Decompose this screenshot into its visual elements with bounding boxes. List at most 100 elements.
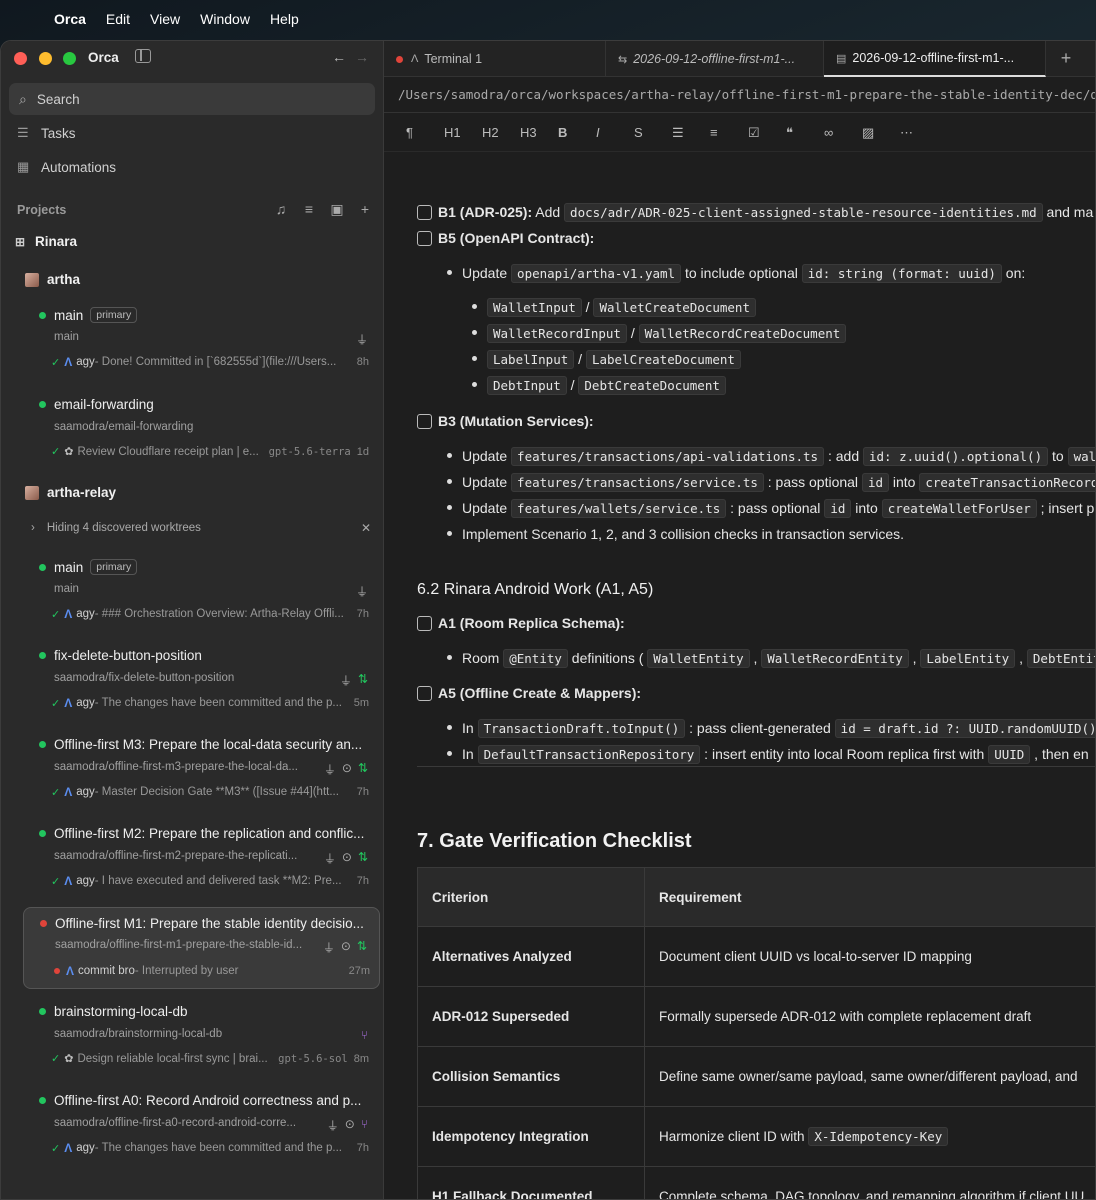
text: definitions (	[567, 650, 648, 666]
inline-code: TransactionDraft.toInput()	[477, 719, 686, 738]
numbered-list-icon[interactable]: ≡	[710, 125, 748, 140]
group-rinara[interactable]: ⊞ Rinara	[15, 234, 77, 249]
task-list-icon[interactable]: ☑	[748, 125, 786, 141]
bold-button[interactable]: B	[558, 125, 596, 140]
italic-button[interactable]: I	[596, 125, 634, 140]
list-item: LabelInput / LabelCreateDocument	[472, 350, 741, 369]
worktree-item[interactable]: main primary main ⏚ ✓ Λagy - ### Orchestrat…	[23, 559, 380, 629]
menu-edit[interactable]: Edit	[106, 11, 130, 27]
pull-request-icon[interactable]: ⇅	[358, 850, 368, 867]
inline-code: id: string (format: uuid)	[801, 264, 1002, 283]
worktree-item[interactable]: Offline-first M2: Prepare the replicatio…	[23, 826, 380, 896]
strike-button[interactable]: S	[634, 125, 672, 140]
bullet-list-icon[interactable]: ☰	[672, 125, 710, 141]
pull-request-icon[interactable]: ⇅	[358, 761, 368, 778]
filter-icon[interactable]: ≡	[301, 201, 317, 218]
pull-request-icon[interactable]: ⇅	[357, 939, 367, 956]
tab-diff[interactable]: ⇆ 2026-09-12-offline-first-m1-...	[606, 41, 824, 77]
circle-dot-icon[interactable]: ⊙	[342, 850, 352, 867]
zoom-window-button[interactable]	[63, 52, 76, 65]
project-avatar	[25, 485, 39, 500]
checkbox[interactable]	[417, 686, 432, 701]
text: , then en	[1030, 746, 1089, 762]
menu-window[interactable]: Window	[200, 11, 250, 27]
search-button[interactable]: ⌕ Search	[9, 83, 375, 115]
worktree-item[interactable]: email-forwarding saamodra/email-forwardi…	[23, 397, 380, 467]
menu-app[interactable]: Orca	[54, 11, 86, 27]
agent-message: - I have executed and delivered task **M…	[94, 875, 342, 887]
text: into	[889, 474, 920, 490]
plug-icon[interactable]: ⏚	[340, 672, 352, 689]
worktree-item-active[interactable]: Offline-first M1: Prepare the stable ide…	[23, 907, 380, 989]
inline-code: docs/adr/ADR-025-client-assigned-stable-…	[564, 203, 1043, 222]
plug-icon[interactable]: ⏚	[323, 939, 335, 956]
list-item: Update openapi/artha-v1.yaml to include …	[447, 264, 1025, 283]
menu-view[interactable]: View	[150, 11, 180, 27]
worktree-item[interactable]: brainstorming-local-db saamodra/brainsto…	[23, 1004, 380, 1074]
worktree-item[interactable]: Offline-first A0: Record Android correct…	[23, 1093, 380, 1163]
bell-icon[interactable]: ♫	[273, 201, 289, 218]
nav-tasks[interactable]: ☰ Tasks	[17, 125, 76, 141]
h3-button[interactable]: H3	[520, 125, 558, 140]
close-window-button[interactable]	[14, 52, 27, 65]
file-path[interactable]: /Users/samodra/orca/workspaces/artha-rel…	[384, 77, 1095, 113]
agent-message: - The changes have been committed and th…	[94, 1142, 342, 1154]
minimize-window-button[interactable]	[39, 52, 52, 65]
project-artha-relay[interactable]: artha-relay	[17, 485, 116, 500]
worktree-item[interactable]: main primary main ⏚ ✓ Λagy - Done! Committe…	[23, 307, 380, 377]
table-cell: Formally supersede ADR-012 with complete…	[644, 986, 1095, 1047]
circle-dot-icon[interactable]: ⊙	[345, 1117, 355, 1134]
text: Update	[462, 448, 512, 464]
task-b1: B1 (ADR-025): Add docs/adr/ADR-025-clien…	[417, 203, 1093, 222]
worktree-item[interactable]: Offline-first M3: Prepare the local-data…	[23, 737, 380, 807]
project-artha[interactable]: artha	[17, 272, 80, 287]
diff-icon: ⇆	[618, 53, 628, 66]
quote-icon[interactable]: ❝	[786, 125, 824, 141]
tab-document[interactable]: ▤ 2026-09-12-offline-first-m1-...	[824, 41, 1046, 77]
close-icon[interactable]: ✕	[361, 521, 371, 535]
sidebar-toggle-icon[interactable]	[135, 49, 151, 63]
add-project-icon[interactable]: +	[357, 201, 373, 218]
pull-request-icon[interactable]: ⇅	[358, 672, 368, 689]
plug-icon[interactable]: ⏚	[324, 850, 336, 867]
image-icon[interactable]: ▨	[862, 125, 900, 141]
table-header-cell: Requirement	[644, 867, 1095, 927]
worktree-item[interactable]: fix-delete-button-position saamodra/fix-…	[23, 648, 380, 718]
back-arrow-icon[interactable]: ←	[332, 49, 346, 65]
circle-dot-icon[interactable]: ⊙	[341, 939, 351, 956]
h2-button[interactable]: H2	[482, 125, 520, 140]
plug-icon[interactable]: ⏚	[327, 1117, 339, 1134]
agent-message: - ### Orchestration Overview: Artha-Rela…	[94, 608, 344, 620]
merge-icon[interactable]: ⑂	[361, 1028, 368, 1042]
nav-automations[interactable]: ▦ Automations	[17, 159, 116, 175]
more-icon[interactable]: ⋯	[900, 125, 938, 141]
checkbox[interactable]	[417, 231, 432, 246]
checkbox[interactable]	[417, 616, 432, 631]
h1-button[interactable]: H1	[444, 125, 482, 140]
link-icon[interactable]: ∞	[824, 125, 862, 140]
add-tab-button[interactable]: +	[1046, 41, 1086, 76]
merge-icon[interactable]: ⑂	[361, 1117, 368, 1134]
forward-arrow-icon[interactable]: →	[355, 49, 369, 65]
plug-icon[interactable]: ⏚	[356, 583, 368, 600]
checkbox[interactable]	[417, 414, 432, 429]
circle-dot-icon[interactable]: ⊙	[342, 761, 352, 778]
plug-icon[interactable]: ⏚	[324, 761, 336, 778]
status-dot	[39, 830, 46, 837]
folder-icon[interactable]: ▣	[329, 201, 345, 218]
hidden-worktrees-row[interactable]: › Hiding 4 discovered worktrees ✕	[31, 521, 371, 535]
paragraph-icon[interactable]: ¶	[406, 125, 444, 140]
plug-icon[interactable]: ⏚	[356, 331, 368, 348]
agent-name: commit bro	[78, 965, 135, 977]
tab-label: Terminal 1	[424, 52, 483, 66]
tab-terminal[interactable]: Λ Terminal 1	[384, 41, 606, 77]
agent-message: - Interrupted by user	[134, 965, 239, 977]
text: into	[851, 500, 882, 516]
chevron-right-icon[interactable]: ›	[31, 522, 35, 534]
menu-help[interactable]: Help	[270, 11, 299, 27]
inline-code: wall	[1067, 447, 1095, 466]
agent-name: agy	[76, 356, 95, 368]
inline-code: DebtInput	[487, 376, 567, 395]
worktree-branch: saamodra/offline-first-m2-prepare-the-re…	[54, 850, 298, 862]
checkbox[interactable]	[417, 205, 432, 220]
